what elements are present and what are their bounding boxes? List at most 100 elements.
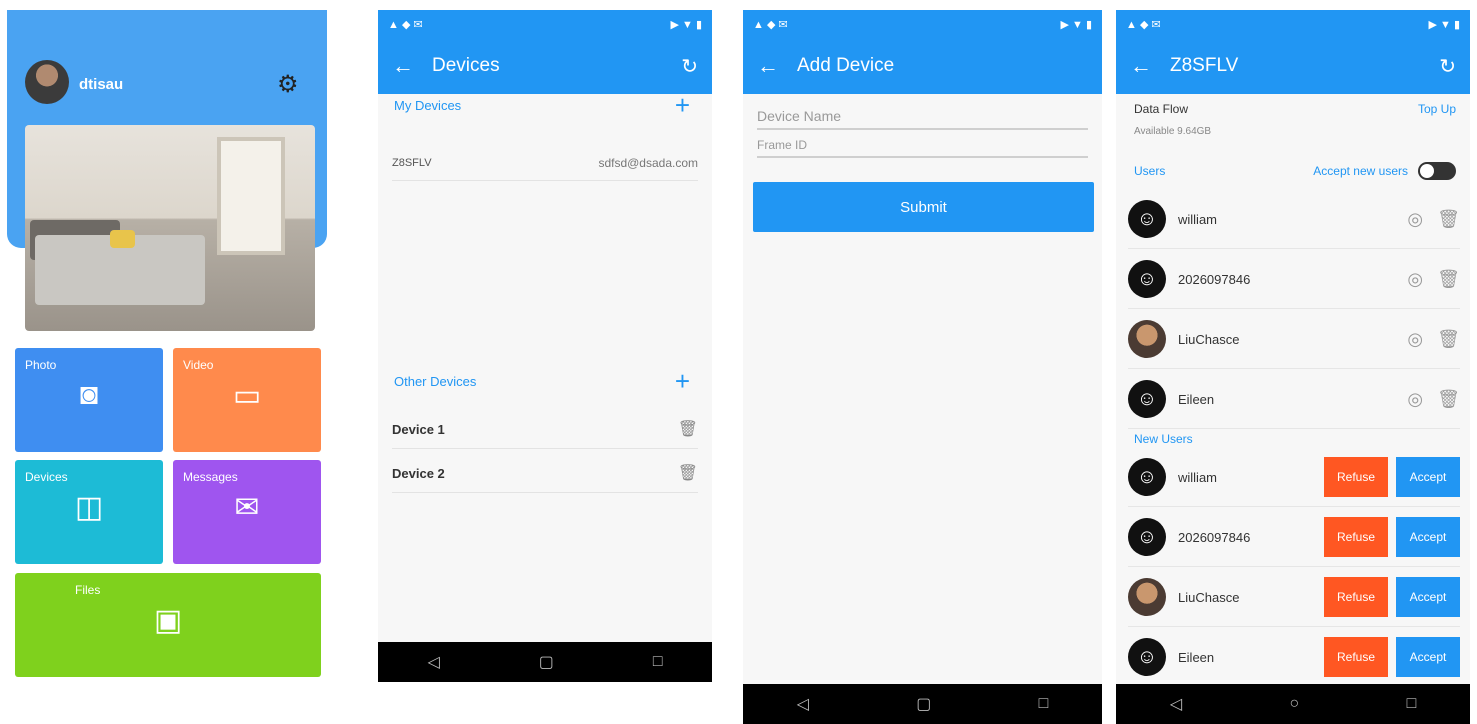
user-name: Eileen [1178, 391, 1215, 407]
tile-messages[interactable]: Messages ✉ [173, 460, 321, 564]
nav-recents-icon[interactable]: □ [1407, 695, 1417, 713]
status-bar: ▲ ◆ ✉ ▶ ▼ ▮ [743, 10, 1102, 38]
device-name: Device 2 [392, 465, 445, 481]
tile-photo[interactable]: Photo ◙ [15, 348, 163, 452]
settings-icon[interactable]: ◎ [1407, 269, 1423, 290]
list-item[interactable]: Z8SFLV sdfsd@dsada.com [392, 146, 698, 181]
accept-new-users-label: Accept new users [1313, 164, 1408, 178]
tile-devices[interactable]: Devices ◫ [15, 460, 163, 564]
user-name: 2026097846 [1178, 271, 1251, 287]
user-name: LiuChasce [1178, 589, 1240, 605]
my-devices-heading: My Devices [394, 98, 462, 113]
back-arrow-icon[interactable]: ← [392, 53, 432, 79]
trash-icon[interactable]: 🗑 [1437, 389, 1460, 410]
trash-icon[interactable]: 🗑 [1437, 269, 1460, 290]
refresh-icon[interactable]: ↻ [1439, 54, 1456, 79]
user-name: william [1178, 211, 1217, 227]
table-row: ☺ Eileen ◎ 🗑 [1128, 370, 1460, 429]
top-up-link[interactable]: Top Up [1418, 102, 1456, 116]
video-icon: ▭ [232, 379, 262, 412]
accept-button[interactable]: Accept [1396, 637, 1460, 677]
refuse-button[interactable]: Refuse [1324, 517, 1388, 557]
settings-icon[interactable]: ◎ [1407, 389, 1423, 410]
avatar: ☺ [1128, 518, 1166, 556]
back-arrow-icon[interactable]: ← [757, 53, 797, 79]
nav-home-icon[interactable]: ▢ [916, 694, 931, 714]
user-name: 2026097846 [1178, 529, 1251, 545]
system-nav-bar: ◁ ▢ □ [743, 684, 1102, 724]
page-title: Devices [432, 55, 500, 76]
accept-new-users-toggle[interactable] [1418, 162, 1456, 180]
accept-button[interactable]: Accept [1396, 457, 1460, 497]
tile-label: Photo [25, 358, 57, 372]
devices-screen: ▲ ◆ ✉ ▶ ▼ ▮ ← Devices ↻ My Devices + Z8SF… [378, 10, 712, 682]
tile-video[interactable]: Video ▭ [173, 348, 321, 452]
devices-icon: ◫ [74, 491, 104, 524]
nav-home-icon[interactable]: ○ [1289, 695, 1299, 713]
nav-back-icon[interactable]: ◁ [427, 652, 439, 672]
status-bar: ▲ ◆ ✉ ▶ ▼ ▮ [378, 10, 712, 38]
avatar: ☺ [1128, 458, 1166, 496]
refresh-icon[interactable]: ↻ [681, 54, 698, 79]
page-title: Z8SFLV [1170, 55, 1239, 76]
username: dtisau [79, 76, 124, 93]
trash-icon[interactable]: 🗑 [678, 463, 698, 483]
list-item[interactable]: Device 1 🗑 [392, 410, 698, 449]
refuse-button[interactable]: Refuse [1324, 637, 1388, 677]
avatar [1128, 578, 1166, 616]
accept-button[interactable]: Accept [1396, 577, 1460, 617]
add-device-screen: ▲ ◆ ✉ ▶ ▼ ▮ ← Add Device Device Name Fram… [743, 10, 1102, 724]
accept-button[interactable]: Accept [1396, 517, 1460, 557]
app-bar: ← Z8SFLV ↻ [1116, 38, 1470, 94]
avatar[interactable] [25, 60, 69, 104]
table-row: ☺ 2026097846 ◎ 🗑 [1128, 250, 1460, 309]
settings-icon[interactable]: ◎ [1407, 329, 1423, 350]
trash-icon[interactable]: 🗑 [1437, 329, 1460, 350]
device-owner: sdfsd@dsada.com [598, 156, 698, 170]
avatar: ☺ [1128, 260, 1166, 298]
other-devices-heading: Other Devices [394, 374, 477, 389]
table-row: ☺ 2026097846 Refuse Accept [1128, 508, 1460, 567]
table-row: ☺ william ◎ 🗑 [1128, 190, 1460, 249]
tile-label: Messages [183, 470, 238, 484]
avatar [1128, 320, 1166, 358]
trash-icon[interactable]: 🗑 [678, 419, 698, 439]
status-bar: ▲ ◆ ✉ ▶ ▼ ▮ [1116, 10, 1470, 38]
refuse-button[interactable]: Refuse [1324, 457, 1388, 497]
room-photo [25, 125, 315, 331]
trash-icon[interactable]: 🗑 [1437, 209, 1460, 230]
list-item[interactable]: Device 2 🗑 [392, 454, 698, 493]
add-other-device-button[interactable]: + [675, 366, 690, 397]
submit-button[interactable]: Submit [753, 182, 1094, 232]
refuse-button[interactable]: Refuse [1324, 577, 1388, 617]
nav-recents-icon[interactable]: □ [1039, 695, 1049, 713]
avatar: ☺ [1128, 638, 1166, 676]
message-icon: ✉ [234, 491, 260, 524]
frame-id-field[interactable]: Frame ID [757, 138, 1088, 158]
table-row: ☺ Eileen Refuse Accept [1128, 628, 1460, 687]
table-row: LiuChasce ◎ 🗑 [1128, 310, 1460, 369]
camera-icon: ◙ [79, 378, 99, 411]
add-my-device-button[interactable]: + [675, 90, 690, 121]
data-flow-available: Available 9.64GB [1134, 126, 1212, 137]
tile-files[interactable]: Files ▣ [15, 573, 321, 677]
data-flow-label: Data Flow [1134, 102, 1189, 116]
system-nav-bar: ◁ ○ □ [1116, 684, 1470, 724]
settings-icon[interactable]: ◎ [1407, 209, 1423, 230]
user-name: Eileen [1178, 649, 1215, 665]
device-name: Z8SFLV [392, 157, 432, 169]
device-name: Device 1 [392, 421, 445, 437]
user-name: LiuChasce [1178, 331, 1240, 347]
device-name-field[interactable]: Device Name [757, 108, 1088, 130]
gear-icon[interactable]: ⚙ [277, 70, 299, 99]
app-bar: ← Add Device [743, 38, 1102, 94]
nav-back-icon[interactable]: ◁ [797, 694, 809, 714]
table-row: ☺ william Refuse Accept [1128, 448, 1460, 507]
nav-back-icon[interactable]: ◁ [1170, 694, 1182, 714]
nav-recents-icon[interactable]: □ [653, 653, 663, 671]
page-title: Add Device [797, 55, 895, 76]
nav-home-icon[interactable]: ▢ [539, 652, 554, 672]
back-arrow-icon[interactable]: ← [1130, 53, 1170, 79]
avatar: ☺ [1128, 380, 1166, 418]
avatar: ☺ [1128, 200, 1166, 238]
